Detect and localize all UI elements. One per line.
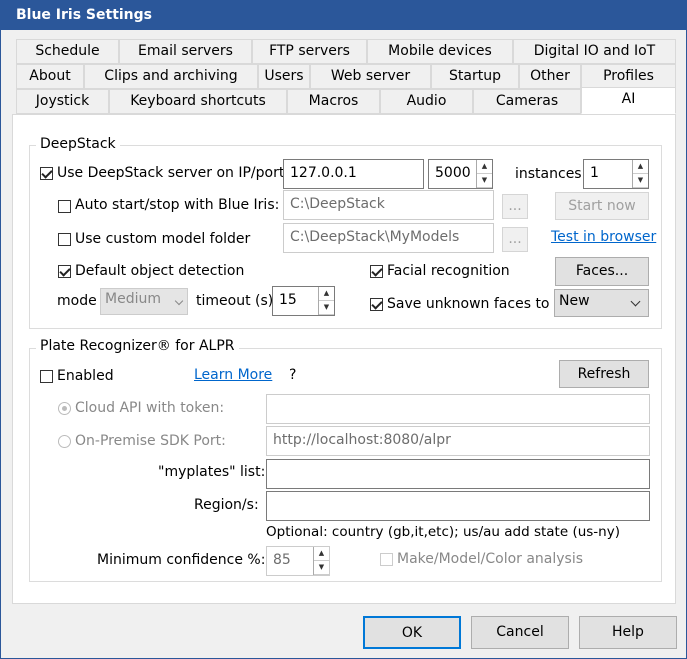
tab-about[interactable]: About (16, 64, 84, 89)
tab-audio[interactable]: Audio (380, 89, 473, 114)
ok-button[interactable]: OK (363, 616, 461, 649)
tab-other[interactable]: Other (519, 64, 581, 89)
start-now-button[interactable]: Start now (555, 192, 649, 220)
make-model-color-checkbox[interactable] (380, 553, 393, 566)
plate-enabled-checkbox[interactable] (40, 370, 53, 383)
plate-enabled-label: Enabled (57, 368, 114, 384)
settings-window: Blue Iris Settings Schedule Email server… (0, 0, 687, 659)
save-unknown-label: Save unknown faces to (387, 296, 550, 312)
cloud-api-label: Cloud API with token: (75, 400, 225, 416)
tab-digital-io[interactable]: Digital IO and IoT (513, 39, 676, 64)
help-button[interactable]: Help (579, 616, 677, 649)
timeout-label: timeout (s) (196, 293, 274, 309)
refresh-button[interactable]: Refresh (559, 360, 649, 388)
myplates-input[interactable] (266, 459, 650, 489)
chevron-down-icon (174, 296, 184, 306)
port-spinner[interactable]: ▲ ▼ (476, 160, 492, 188)
min-confidence-spinner[interactable]: ▲ ▼ (313, 547, 329, 575)
browse-model-button[interactable]: ... (502, 227, 528, 252)
facial-recognition-label: Facial recognition (387, 263, 510, 279)
save-unknown-select[interactable]: New (554, 289, 649, 317)
make-model-color-label: Make/Model/Color analysis (397, 551, 584, 567)
deepstack-group-title: DeepStack (36, 136, 120, 152)
tab-ftp-servers[interactable]: FTP servers (252, 39, 367, 64)
default-detection-label: Default object detection (75, 263, 245, 279)
tab-email-servers[interactable]: Email servers (119, 39, 252, 64)
tab-users[interactable]: Users (258, 64, 310, 89)
tab-web-server[interactable]: Web server (310, 64, 431, 89)
use-deepstack-checkbox[interactable] (40, 167, 53, 180)
deepstack-port-input[interactable]: 5000 ▲ ▼ (428, 159, 493, 189)
instances-label: instances: (515, 166, 587, 182)
custom-model-checkbox[interactable] (58, 233, 71, 246)
instances-value: 1 (590, 165, 599, 181)
region-input[interactable] (266, 491, 650, 521)
learn-more-link[interactable]: Learn More (194, 367, 272, 383)
tab-keyboard-shortcuts[interactable]: Keyboard shortcuts (109, 89, 287, 114)
auto-start-label: Auto start/stop with Blue Iris: (75, 197, 280, 213)
region-label: Region/s: (194, 497, 259, 513)
min-confidence-input[interactable]: 85 ▲ ▼ (266, 546, 330, 576)
instances-spinner[interactable]: ▲ ▼ (632, 160, 648, 188)
mode-value: Medium (105, 291, 161, 307)
region-optional-note: Optional: country (gb,it,etc); us/au add… (266, 524, 620, 540)
chevron-down-icon (630, 296, 641, 307)
cloud-api-radio[interactable] (58, 402, 71, 415)
min-confidence-value: 85 (273, 552, 291, 568)
tab-cameras[interactable]: Cameras (473, 89, 581, 114)
plate-group-title: Plate Recognizer® for ALPR (36, 338, 239, 354)
min-confidence-label: Minimum confidence %: (97, 552, 266, 568)
save-unknown-value: New (559, 293, 590, 309)
test-in-browser-link[interactable]: Test in browser (551, 229, 656, 245)
auto-start-path-input[interactable]: C:\DeepStack (283, 190, 494, 220)
on-premise-port-input[interactable]: http://localhost:8080/alpr (266, 426, 650, 456)
save-unknown-checkbox[interactable] (370, 298, 383, 311)
cancel-button[interactable]: Cancel (471, 616, 569, 649)
tab-clips-archiving[interactable]: Clips and archiving (84, 64, 258, 89)
mode-label: mode (57, 293, 97, 309)
tab-mobile-devices[interactable]: Mobile devices (367, 39, 513, 64)
myplates-label: "myplates" list: (158, 464, 266, 480)
timeout-input[interactable]: 15 ▲ ▼ (272, 286, 335, 316)
custom-model-label: Use custom model folder (75, 231, 251, 247)
browse-deepstack-button[interactable]: ... (502, 194, 528, 219)
faces-button[interactable]: Faces... (555, 257, 649, 286)
auto-start-checkbox[interactable] (58, 200, 71, 213)
plate-help-mark: ? (289, 367, 297, 383)
timeout-value: 15 (279, 292, 297, 308)
tab-startup[interactable]: Startup (431, 64, 519, 89)
tab-ai[interactable]: AI (581, 87, 676, 114)
on-premise-label: On-Premise SDK Port: (75, 433, 226, 449)
timeout-spinner[interactable]: ▲ ▼ (318, 287, 334, 315)
tab-joystick[interactable]: Joystick (16, 89, 109, 114)
facial-recognition-checkbox[interactable] (370, 265, 383, 278)
deepstack-port-value: 5000 (435, 165, 471, 181)
mode-select[interactable]: Medium (100, 288, 188, 315)
default-detection-checkbox[interactable] (58, 265, 71, 278)
tab-schedule[interactable]: Schedule (16, 39, 119, 64)
deepstack-ip-input[interactable]: 127.0.0.1 (283, 159, 424, 189)
cloud-token-input[interactable] (266, 394, 650, 424)
window-title: Blue Iris Settings (1, 1, 686, 30)
custom-model-path-input[interactable]: C:\DeepStack\MyModels (283, 223, 494, 253)
use-deepstack-label: Use DeepStack server on IP/port: (57, 165, 290, 181)
instances-input[interactable]: 1 ▲ ▼ (583, 159, 649, 189)
tab-profiles[interactable]: Profiles (581, 64, 676, 89)
tab-macros[interactable]: Macros (287, 89, 380, 114)
on-premise-radio[interactable] (58, 435, 71, 448)
